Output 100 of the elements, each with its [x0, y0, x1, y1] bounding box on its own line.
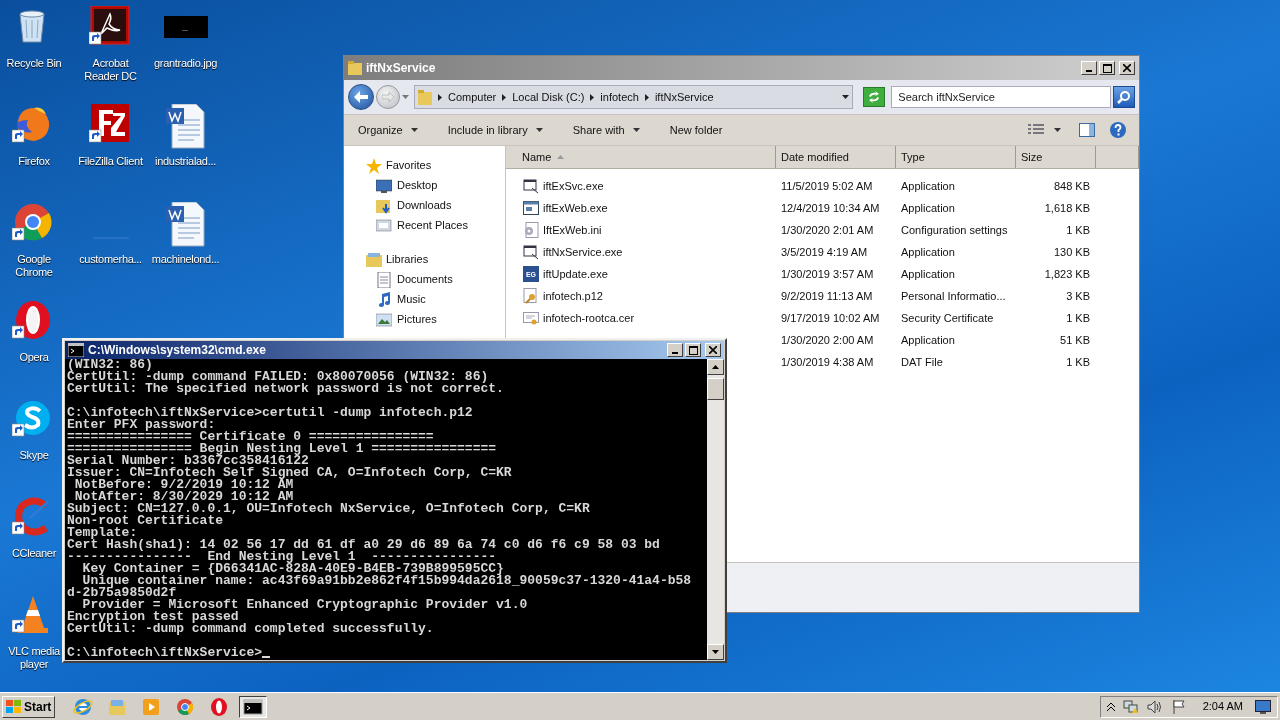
search-button[interactable] [1113, 86, 1135, 108]
desktop-icon-label[interactable]: Opera [19, 351, 49, 364]
address-bar[interactable]: Computer Local Disk (C:) infotech iftNxService [413, 85, 854, 109]
file-name: iftUpdate.exe [543, 266, 608, 282]
console-line: Key Container = {D66341AC-828A-40E9-B4EB-739B899595CC} [81, 563, 504, 575]
close-button[interactable] [1119, 61, 1135, 75]
nav-item[interactable]: Recent Places [366, 216, 505, 235]
desktop-icon-label[interactable]: Google Chrome [6, 253, 62, 279]
file-name: iftNxService.exe [543, 244, 623, 260]
e-logo-icon [73, 696, 94, 717]
scroll-thumb[interactable] [707, 378, 724, 400]
file-size: 1 KB [1065, 354, 1091, 370]
up-arrow-icon [712, 365, 719, 369]
console-line: Enter PFX password: [67, 419, 216, 431]
up-caret-icon[interactable] [1106, 702, 1115, 711]
refresh-icon [867, 91, 882, 103]
nav-item[interactable]: Documents [366, 270, 505, 289]
desktop-icon-label[interactable]: grantradio.jpg [153, 57, 218, 70]
window-icon [523, 178, 539, 194]
flag-icon[interactable] [1170, 698, 1187, 715]
recent-places-icon [376, 217, 392, 234]
console-line: Provider = Microsoft Enhanced Cryptographic Provider v1.0 [82, 599, 528, 611]
taskbar-button[interactable] [239, 695, 268, 718]
desktop-icon-label[interactable]: CCleaner [11, 547, 57, 560]
breadcrumb-arrow-icon[interactable] [502, 93, 507, 101]
nav-item[interactable]: Music [366, 290, 505, 309]
scroll-up-button[interactable] [707, 359, 724, 375]
desktop-icon-label[interactable]: customerha... [79, 253, 142, 266]
minimize-button[interactable] [1081, 61, 1097, 75]
file-type: Application [900, 244, 956, 260]
console-line: Subject: CN=127.0.0.1, OU=Infotech NxService, O=Infotech Corp, C=KR [67, 503, 590, 515]
start-button[interactable]: Start [2, 695, 56, 718]
console-line: Serial Number: b3367cc358416122 [67, 455, 309, 467]
desktop-icon-label[interactable]: Recycle Bin [6, 57, 62, 70]
console-line: C:\infotech\iftNxService> [67, 647, 263, 659]
breadcrumb-arrow-icon[interactable] [437, 93, 442, 101]
toolbar-button[interactable]: Share with [564, 118, 648, 142]
file-name: IftExWeb.ini [543, 222, 602, 238]
desktop-icon-label[interactable]: machinelond... [151, 253, 220, 266]
breadcrumb-item[interactable]: infotech [600, 88, 639, 106]
file-date: 12/4/2019 10:34 AM [780, 200, 881, 216]
desktop-icon-label[interactable]: VLC media player [6, 645, 62, 671]
console-line: Cert Hash(sha1): 14 02 56 17 dd 61 df a0 29 d6 89 6a 74 c0 d6 f6 c9 58 03 bd [67, 539, 660, 551]
document-icon[interactable] [163, 202, 208, 248]
refresh-button[interactable] [863, 87, 886, 107]
caret-icon [410, 128, 418, 132]
nav-item[interactable]: Pictures [366, 310, 505, 329]
search-field[interactable]: Search iftNxService [891, 86, 1112, 108]
toolbar-button[interactable]: Include in library [439, 118, 551, 142]
toolbar-button[interactable]: Organize [350, 118, 426, 142]
file-type: DAT File [900, 354, 944, 370]
breadcrumb-item[interactable]: Computer [447, 88, 497, 106]
desktop-icon-label[interactable]: industrialad... [155, 155, 216, 168]
back-button[interactable] [348, 84, 374, 110]
maximize-button[interactable] [685, 343, 701, 357]
column-header[interactable]: Date modified [776, 146, 896, 168]
music-note-icon [376, 291, 392, 308]
close-button[interactable] [705, 343, 721, 357]
breadcrumb-arrow-icon[interactable] [644, 93, 649, 101]
breadcrumb-item[interactable]: Local Disk (C:) [512, 88, 585, 106]
toolbar-button[interactable]: New folder [661, 118, 731, 142]
minimize-button[interactable] [667, 343, 683, 357]
maximize-icon [688, 345, 698, 355]
close-icon [1123, 64, 1131, 72]
preview-pane-icon[interactable] [1079, 123, 1095, 137]
scrollbar[interactable] [707, 359, 724, 660]
downloads-folder-icon [376, 197, 392, 214]
console-line: CertUtil: -dump command completed successfully. [67, 623, 434, 635]
desktop-icon-label[interactable]: Acrobat Reader DC [74, 57, 147, 83]
console-icon [68, 343, 84, 357]
search-icon [1117, 90, 1131, 104]
desktop-icon-label[interactable]: FileZilla Client [78, 155, 143, 168]
desktop-icon-label[interactable]: Firefox [18, 155, 50, 168]
column-header[interactable]: Size [1016, 146, 1096, 168]
clock[interactable]: 2:04 AM [1202, 698, 1243, 715]
ring-logo-icon [209, 696, 230, 717]
speaker-icon[interactable] [1146, 698, 1163, 715]
document-icon[interactable] [163, 104, 208, 150]
desktop-icon-label[interactable]: Skype [19, 449, 49, 462]
nav-item[interactable]: Downloads [366, 196, 505, 215]
console-line: Non-root Certificate [67, 515, 224, 527]
console-line: (WIN32: 86) [67, 359, 153, 371]
console-line: ================ Certificate 0 ================ [67, 431, 434, 443]
breadcrumb-arrow-icon[interactable] [590, 93, 595, 101]
file-size: 51 KB [1059, 332, 1091, 348]
network-icon[interactable] [1122, 698, 1139, 715]
column-header[interactable]: Name [506, 146, 776, 168]
nav-group[interactable]: Favorites [366, 156, 505, 175]
nav-item[interactable]: Desktop [366, 176, 505, 195]
help-icon[interactable] [1109, 121, 1127, 139]
maximize-button[interactable] [1099, 61, 1115, 75]
breadcrumb-item[interactable]: iftNxService [654, 88, 714, 106]
column-header[interactable]: Type [896, 146, 1016, 168]
file-type: Application [900, 332, 956, 348]
show-desktop-icon[interactable] [1255, 699, 1271, 714]
play-icon [141, 696, 162, 717]
nav-group[interactable]: Libraries [366, 250, 505, 269]
star-icon [366, 157, 382, 174]
scroll-down-button[interactable] [707, 644, 724, 660]
file-type: Personal Informatio... [900, 288, 1007, 304]
